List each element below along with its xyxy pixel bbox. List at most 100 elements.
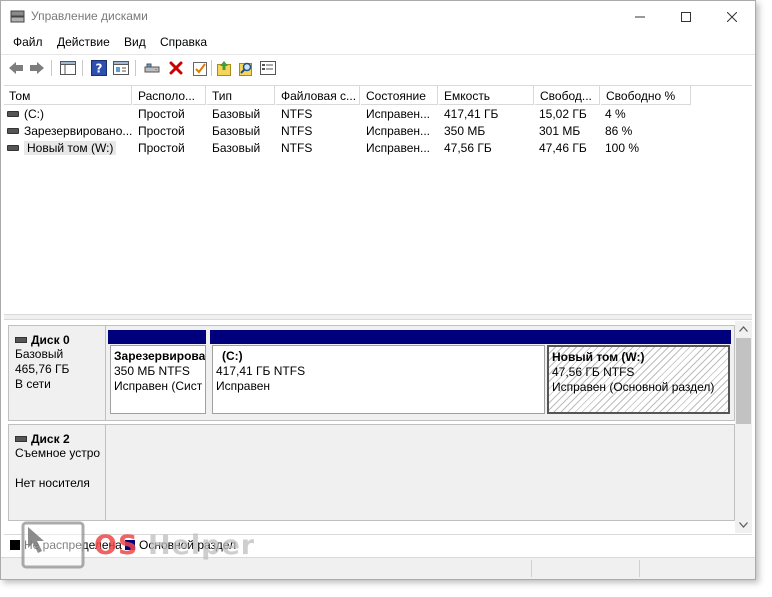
title-bar: Управление дисками [1,1,755,32]
check-button[interactable] [191,59,209,77]
volume-name: Зарезервировано... [24,124,133,138]
console-tree-button[interactable] [59,59,77,77]
minimize-button[interactable] [617,1,663,32]
volume-icon [7,145,19,151]
partition-reserved-name: Зарезервирова [114,349,205,363]
disk-view-scrollbar[interactable] [735,321,752,533]
column-header-layout[interactable]: Располо... [133,86,206,105]
connect-icon [144,63,160,73]
column-header-volume[interactable]: Том [4,86,132,105]
partition-c-status: Исправен [216,379,271,393]
menu-file[interactable]: Файл [13,35,43,49]
forward-button[interactable] [28,59,46,77]
column-header-free-space[interactable]: Свобод... [535,86,600,105]
import-button[interactable] [215,59,233,77]
console-tree-icon [60,61,76,75]
scroll-up-button[interactable] [735,321,752,337]
volume-type: Базовый [212,107,261,121]
disk-icon [15,435,27,442]
column-header-filesystem[interactable]: Файловая с... [276,86,360,105]
properties-button[interactable] [112,59,130,77]
svg-text:?: ? [96,62,103,76]
maximize-button[interactable] [663,1,709,32]
partition-c[interactable]: (C:) 417,41 ГБ NTFS Исправен [212,345,545,414]
chevron-down-icon [739,522,748,528]
search-button[interactable] [237,59,255,77]
close-button[interactable] [709,1,755,32]
disk-2-title: Диск 2 [31,431,70,446]
volume-name: (C:) [24,107,44,121]
volume-status: Исправен... [366,107,431,121]
disk-2-label[interactable]: Диск 2 Съемное устро Нет носителя [8,424,106,521]
window-title: Управление дисками [31,9,148,23]
volume-list[interactable]: Том Располо... Тип Файловая с... Состоян… [4,85,752,313]
column-header-status[interactable]: Состояние [361,86,438,105]
pane-splitter[interactable] [4,314,752,320]
legend-label-unallocated: Не распределена [24,538,122,552]
volume-free-space: 15,02 ГБ [539,107,587,121]
legend-label-primary: Основной раздел [139,538,237,552]
delete-icon [169,61,183,75]
disk-0-title: Диск 0 [31,332,70,347]
volume-free-space: 47,46 ГБ [539,141,587,155]
close-icon [727,11,737,22]
partition-reserved[interactable]: Зарезервирова 350 МБ NTFS Исправен (Сист [110,345,206,414]
disk-0-label[interactable]: Диск 0 Базовый 465,76 ГБ В сети [8,325,106,421]
toolbar-separator [82,60,83,76]
volume-status: Исправен... [366,124,431,138]
volume-type: Базовый [212,141,261,155]
partition-c-name: (C:) [222,349,243,363]
volume-layout: Простой [138,141,185,155]
status-bar [1,557,755,579]
volume-free-percent: 4 % [605,107,626,121]
column-header-capacity[interactable]: Емкость [439,86,534,105]
partition-bar-reserved [108,330,206,344]
settings-list-icon [260,61,276,75]
partition-w[interactable]: Новый том (W:) 47,56 ГБ NTFS Исправен (О… [547,345,730,414]
partition-reserved-status: Исправен (Сист [114,379,203,393]
volume-layout: Простой [138,107,185,121]
volume-free-percent: 100 % [605,141,640,155]
menu-help[interactable]: Справка [160,35,207,49]
search-icon [239,62,252,76]
volume-capacity: 350 МБ [444,124,486,138]
disk-graphical-view: Диск 0 Базовый 465,76 ГБ В сети Зарезерв… [4,321,735,521]
disk-management-window: Управление дисками Файл Действие Вид Спр… [0,0,756,580]
partition-reserved-size: 350 МБ NTFS [114,364,190,378]
table-row[interactable]: Зарезервировано... Простой Базовый NTFS … [4,123,752,139]
column-header-type[interactable]: Тип [207,86,275,105]
scroll-thumb[interactable] [736,338,751,424]
help-button[interactable]: ? [90,59,108,77]
volume-free-space: 301 МБ [539,124,581,138]
partition-w-name: Новый том (W:) [552,350,645,364]
disk-0-size: 465,76 ГБ [15,362,70,376]
settings-list-button[interactable] [259,59,277,77]
scroll-down-button[interactable] [735,517,752,533]
connect-disk-button[interactable] [143,59,161,77]
menu-bar: Файл Действие Вид Справка [1,33,755,53]
disk-2-type: Съемное устро [15,446,101,460]
status-pane [531,560,639,577]
disk-2-spacer [15,461,105,476]
disk-management-app-icon [10,10,25,23]
volume-filesystem: NTFS [281,107,313,121]
legend: Не распределена Основной раздел [4,534,752,554]
menu-view[interactable]: Вид [124,35,146,49]
volume-layout: Простой [138,124,185,138]
table-row[interactable]: Новый том (W:) Простой Базовый NTFS Испр… [4,140,752,156]
legend-swatch-primary [125,540,135,550]
back-button[interactable] [7,59,25,77]
forward-icon [30,62,44,74]
column-header-free-percent[interactable]: Свободно % [601,86,691,105]
table-row[interactable]: (C:) Простой Базовый NTFS Исправен... 41… [4,106,752,122]
toolbar-separator [135,60,136,76]
back-icon [9,62,23,74]
delete-button[interactable] [167,59,185,77]
volume-icon [7,128,19,134]
disk-2-state: Нет носителя [15,476,90,490]
toolbar-separator [211,60,212,76]
menu-action[interactable]: Действие [57,35,110,49]
disk-icon [15,336,27,343]
chevron-up-icon [739,326,748,332]
volume-type: Базовый [212,124,261,138]
